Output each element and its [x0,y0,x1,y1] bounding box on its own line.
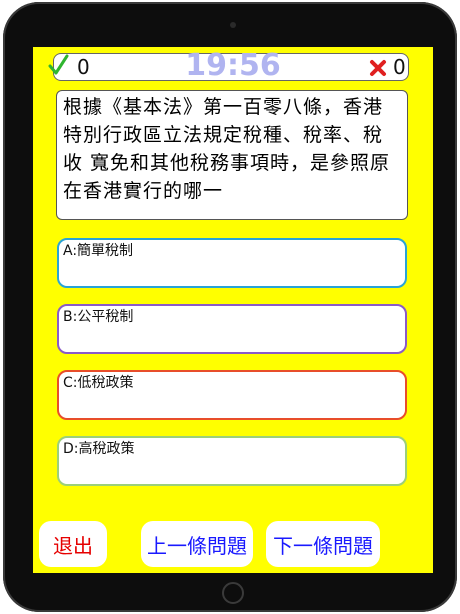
quiz-screen: 0 19:56 0 根據《基本法》第一百零八條，香港特別行政區立法規定稅種、稅率… [33,47,433,573]
option-label: D:高稅政策 [63,441,135,457]
option-b[interactable]: B:公平稅制 [57,304,407,354]
home-button[interactable] [222,582,244,604]
option-label: A:簡單稅制 [63,243,134,259]
exit-button[interactable]: 退出 [39,521,107,567]
question-box: 根據《基本法》第一百零八條，香港特別行政區立法規定稅種、稅率、稅收 寬免和其他稅… [56,90,408,220]
option-label: C:低稅政策 [63,375,134,391]
question-text: 根據《基本法》第一百零八條，香港特別行政區立法規定稅種、稅率、稅收 寬免和其他稅… [63,96,391,202]
option-c[interactable]: C:低稅政策 [57,370,407,420]
tablet-frame: 0 19:56 0 根據《基本法》第一百零八條，香港特別行政區立法規定稅種、稅率… [3,2,457,612]
option-a[interactable]: A:簡單稅制 [57,238,407,288]
option-label: B:公平稅制 [63,309,134,325]
next-question-button[interactable]: 下一條問題 [266,521,380,567]
previous-question-button[interactable]: 上一條問題 [141,521,253,567]
option-d[interactable]: D:高稅政策 [57,436,407,486]
wrong-count: 0 [393,55,406,79]
cross-icon [370,60,386,76]
camera [230,22,236,28]
